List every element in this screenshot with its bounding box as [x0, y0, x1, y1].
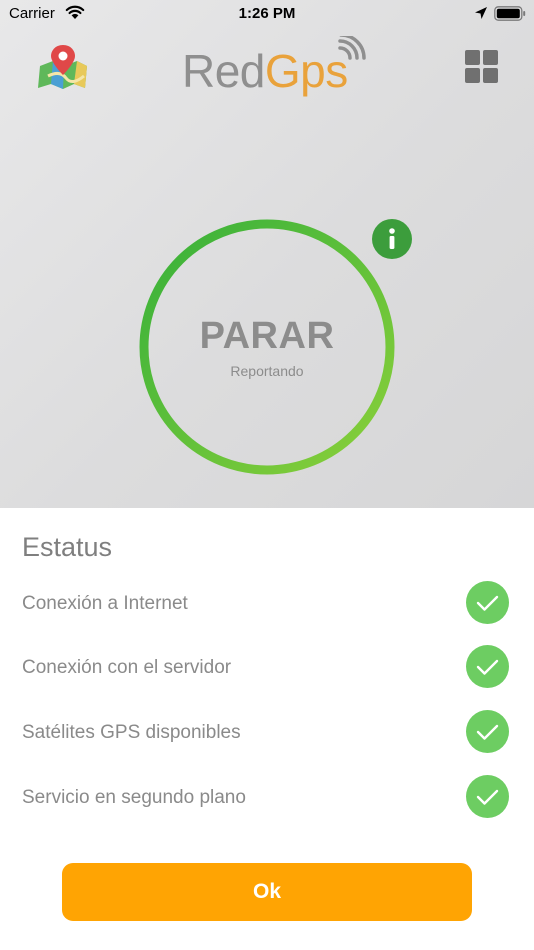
check-icon: [466, 645, 509, 688]
status-label: Conexión a Internet: [22, 593, 188, 614]
location-arrow-icon: [475, 7, 487, 19]
ok-button[interactable]: Ok: [62, 863, 472, 921]
status-row-background: Servicio en segundo plano: [0, 775, 534, 819]
check-icon: [466, 775, 509, 818]
status-bar: Carrier 1:26 PM: [0, 0, 534, 28]
status-row-gps: Satélites GPS disponibles: [0, 710, 534, 754]
report-action-label: PARAR: [199, 315, 335, 357]
redgps-logo: RedGps: [182, 36, 372, 98]
status-label: Satélites GPS disponibles: [22, 722, 241, 743]
report-toggle-button[interactable]: PARAR Reportando: [139, 219, 395, 475]
battery-icon: [494, 6, 526, 21]
map-pin-icon[interactable]: [36, 42, 90, 92]
signal-waves-icon: [338, 36, 366, 60]
info-icon[interactable]: [372, 219, 412, 259]
logo-text-red: Red: [182, 45, 265, 97]
check-icon: [466, 710, 509, 753]
grid-menu-icon[interactable]: [465, 50, 499, 84]
status-row-server: Conexión con el servidor: [0, 645, 534, 689]
clock: 1:26 PM: [238, 5, 296, 22]
status-label: Servicio en segundo plano: [22, 787, 246, 808]
status-label: Conexión con el servidor: [22, 657, 232, 678]
report-state-label: Reportando: [230, 363, 304, 379]
check-icon: [466, 581, 509, 624]
status-title: Estatus: [22, 532, 113, 562]
status-sheet: Estatus Conexión a Internet Conexión con…: [0, 508, 534, 950]
status-row-internet: Conexión a Internet: [0, 581, 534, 625]
